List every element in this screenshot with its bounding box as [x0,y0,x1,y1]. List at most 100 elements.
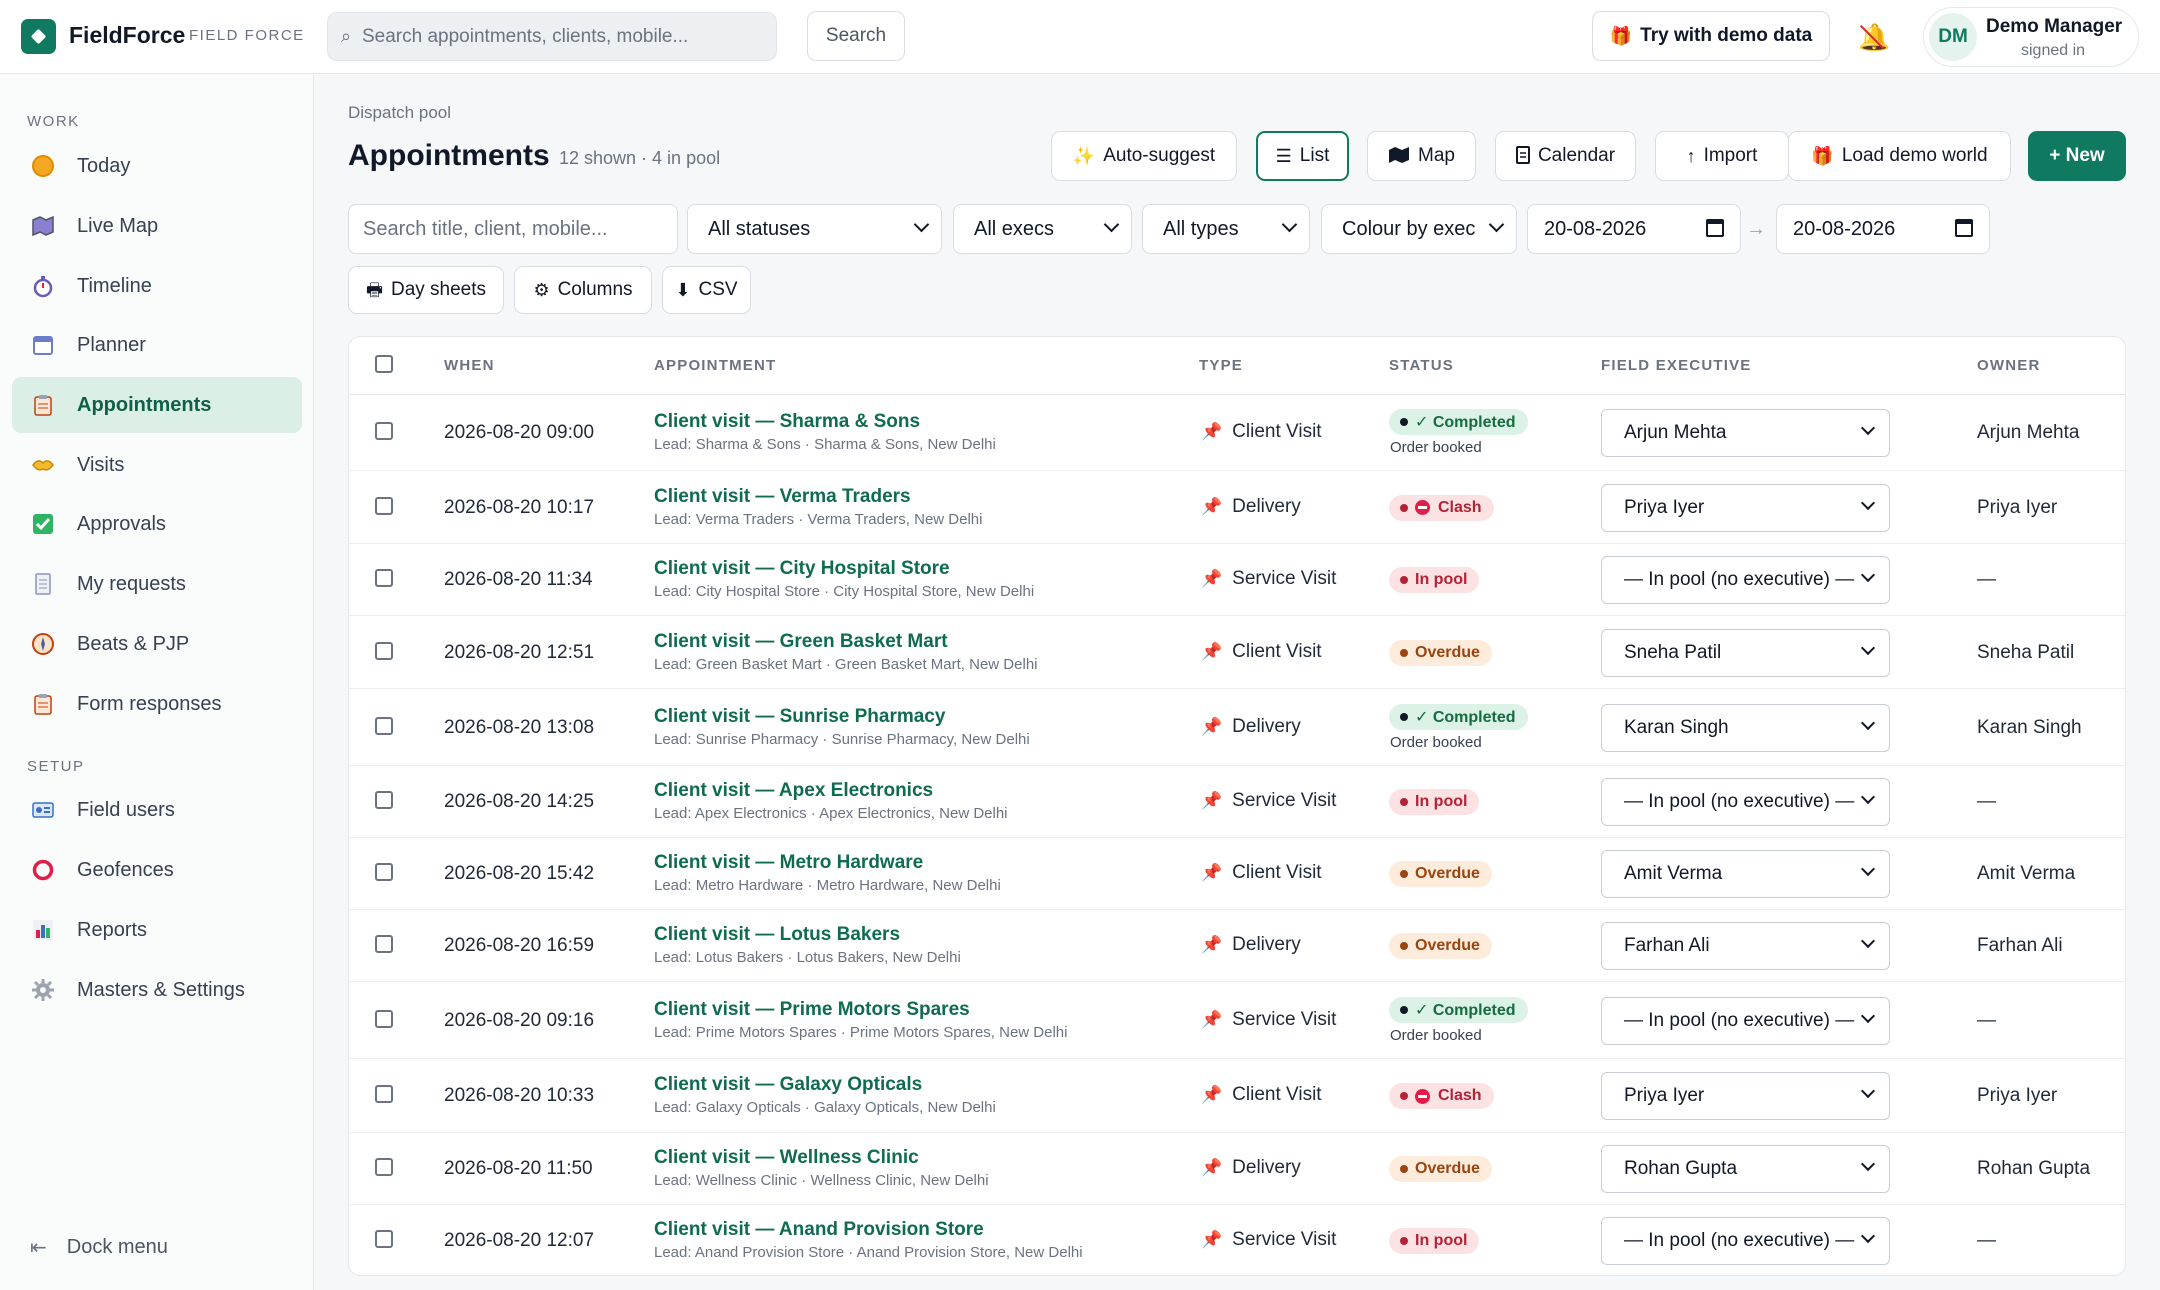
table-row[interactable]: 2026-08-20 11:34 Client visit — City Hosp… [349,544,2125,616]
column-header-owner[interactable]: OWNER [1977,357,2041,374]
map-view-button[interactable]: Map [1367,131,1476,181]
auto-suggest-button[interactable]: ✨ Auto-suggest [1051,131,1237,181]
columns-button[interactable]: ⚙ Columns [514,266,652,314]
field-executive-select[interactable]: Farhan Ali [1601,922,1890,970]
dock-menu-button[interactable]: ⇤ Dock menu [30,1235,168,1260]
sidebar-item-live-map[interactable]: Live Map [12,198,302,254]
try-demo-button[interactable]: 🎁 Try with demo data [1592,11,1830,61]
sidebar-item-geofences[interactable]: Geofences [12,842,302,898]
column-header-field-executive[interactable]: FIELD EXECUTIVE [1601,357,1752,374]
field-executive-select[interactable]: Arjun Mehta [1601,409,1890,457]
user-menu[interactable]: DM Demo Manager signed in [1923,7,2139,67]
bell-muted-icon[interactable]: 🔔 [1858,22,1890,53]
column-header-when[interactable]: WHEN [444,357,495,374]
colour-by-select[interactable]: Colour by exec [1321,204,1517,254]
appointment-lead: Lead: Sunrise Pharmacy · Sunrise Pharmac… [654,730,1030,748]
sidebar-item-appointments[interactable]: Appointments [12,377,302,433]
table-row[interactable]: 2026-08-20 16:59 Client visit — Lotus Bak… [349,910,2125,982]
appointment-title-link[interactable]: Client visit — Sharma & Sons [654,411,920,433]
column-header-appointment[interactable]: APPOINTMENT [654,357,776,374]
load-demo-world-button[interactable]: 🎁 Load demo world [1788,131,2011,181]
list-view-button[interactable]: ☰ List [1256,131,1349,181]
chevron-down-icon [1860,933,1876,949]
day-sheets-button[interactable]: 🖶 Day sheets [348,266,504,314]
table-row[interactable]: 2026-08-20 14:25 Client visit — Apex Elec… [349,766,2125,838]
type-filter-select[interactable]: All types [1142,204,1310,254]
row-checkbox[interactable] [375,1158,393,1176]
field-executive-select[interactable]: — In pool (no executive) — [1601,996,1890,1045]
date-to-input[interactable]: 20-08-2026 [1776,204,1990,254]
new-appointment-button[interactable]: + New [2028,131,2126,181]
row-checkbox[interactable] [375,791,393,809]
column-header-status[interactable]: STATUS [1389,357,1454,374]
appointment-title-link[interactable]: Client visit — Metro Hardware [654,852,923,874]
global-search-input[interactable] [327,12,777,61]
appointment-type: 📌 Delivery [1201,1157,1301,1179]
field-executive-select[interactable]: Amit Verma [1601,850,1890,898]
sidebar-item-timeline[interactable]: Timeline [12,258,302,314]
table-row[interactable]: 2026-08-20 12:07 Client visit — Anand Pro… [349,1205,2125,1275]
column-header-type[interactable]: TYPE [1199,357,1243,374]
field-executive-select[interactable]: — In pool (no executive) — [1601,778,1890,826]
sidebar-item-beats-pjp[interactable]: Beats & PJP [12,616,302,672]
select-all-checkbox[interactable] [375,355,393,373]
appointment-title-link[interactable]: Client visit — Galaxy Opticals [654,1074,922,1096]
exec-filter-select[interactable]: All execs [953,204,1132,254]
row-checkbox[interactable] [375,641,393,660]
sidebar-item-approvals[interactable]: Approvals [12,496,302,552]
table-row[interactable]: 2026-08-20 13:08 Client visit — Sunrise P… [349,689,2125,766]
field-executive-select[interactable]: Priya Iyer [1601,1072,1890,1120]
row-checkbox[interactable] [375,569,393,587]
status-filter-select[interactable]: All statuses [687,204,942,254]
row-checkbox[interactable] [375,935,393,953]
row-checkbox[interactable] [375,1085,393,1103]
appointment-title-link[interactable]: Client visit — Anand Provision Store [654,1219,984,1241]
table-row[interactable]: 2026-08-20 09:00 Client visit — Sharma & … [349,395,2125,471]
row-checkbox[interactable] [375,863,393,881]
sidebar-item-reports[interactable]: Reports [12,902,302,958]
calendar-view-button[interactable]: Calendar [1495,131,1636,181]
appointment-title-link[interactable]: Client visit — Green Basket Mart [654,631,948,653]
appointment-title-link[interactable]: Client visit — Apex Electronics [654,780,933,802]
sidebar-item-my-requests[interactable]: My requests [12,556,302,612]
import-button[interactable]: ↑ Import [1655,131,1789,181]
row-checkbox[interactable] [375,1009,393,1028]
row-checkbox[interactable] [375,496,393,515]
row-checkbox[interactable] [375,422,393,440]
appointment-title-link[interactable]: Client visit — City Hospital Store [654,558,950,580]
sidebar-item-visits[interactable]: Visits [12,437,302,493]
sidebar-item-masters-settings[interactable]: Masters & Settings [12,962,302,1018]
date-from-input[interactable]: 20-08-2026 [1527,204,1741,254]
sidebar-item-planner[interactable]: Planner [12,317,302,373]
csv-export-button[interactable]: ⬇ CSV [662,266,751,314]
table-row[interactable]: 2026-08-20 09:16 Client visit — Prime Mot… [349,982,2125,1059]
appointment-title-link[interactable]: Client visit — Sunrise Pharmacy [654,706,945,728]
appointment-title-link[interactable]: Client visit — Prime Motors Spares [654,999,970,1021]
table-row[interactable]: 2026-08-20 11:50 Client visit — Wellness … [349,1133,2125,1205]
field-executive-select[interactable]: — In pool (no executive) — [1601,556,1890,604]
row-checkbox[interactable] [375,716,393,735]
table-row[interactable]: 2026-08-20 10:17 Client visit — Verma Tra… [349,471,2125,544]
appointment-title-link[interactable]: Client visit — Lotus Bakers [654,924,900,946]
table-row[interactable]: 2026-08-20 15:42 Client visit — Metro Har… [349,838,2125,910]
appointment-title-link[interactable]: Client visit — Verma Traders [654,486,911,508]
field-executive-select[interactable]: Karan Singh [1601,703,1890,752]
sidebar-item-field-users[interactable]: Field users [12,782,302,838]
table-row[interactable]: 2026-08-20 10:33 Client visit — Galaxy Op… [349,1059,2125,1133]
status-filter-value: All statuses [708,217,811,240]
user-name: Demo Manager [1986,16,2123,37]
field-executive-select[interactable]: Priya Iyer [1601,483,1890,532]
table-row[interactable]: 2026-08-20 12:51 Client visit — Green Bas… [349,616,2125,689]
status-badge-label: In pool [1415,571,1468,588]
sidebar-item-form-responses[interactable]: Form responses [12,676,302,732]
field-executive-select[interactable]: Sneha Patil [1601,628,1890,677]
appointment-title-link[interactable]: Client visit — Wellness Clinic [654,1147,919,1169]
sidebar-item-today[interactable]: Today [12,138,302,194]
field-executive-select[interactable]: Rohan Gupta [1601,1145,1890,1193]
field-executive-select[interactable]: — In pool (no executive) — [1601,1217,1890,1265]
row-checkbox[interactable] [375,1230,393,1248]
status-note: Order booked [1390,439,1482,456]
search-button[interactable]: Search [807,11,905,61]
appointment-search-input[interactable] [348,204,678,254]
appointment-type-label: Service Visit [1232,1008,1337,1030]
